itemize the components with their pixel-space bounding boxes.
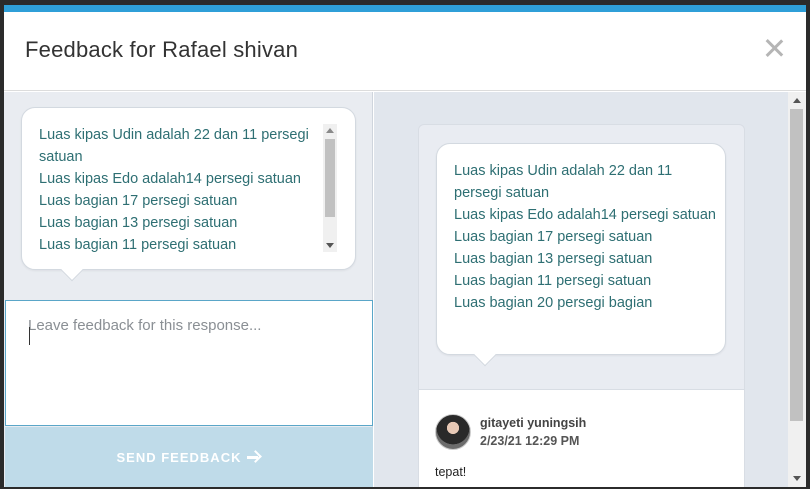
- response-line: Luas bagian 13 persegi satuan: [39, 215, 238, 231]
- bubble-tail: [473, 343, 497, 367]
- close-icon[interactable]: [762, 36, 786, 60]
- comment-item: gitayeti yuningsih 2/23/21 12:29 PM tepa…: [419, 389, 744, 487]
- modal-title: Feedback for Rafael shivan: [25, 37, 299, 62]
- response-scroll-area[interactable]: Luas kipas Udin adalah 22 dan 11 persegi…: [39, 124, 339, 254]
- feedback-input[interactable]: [6, 301, 372, 425]
- response-bubble: Luas kipas Udin adalah 22 dan 11 persegi…: [436, 143, 726, 367]
- response-scrollbar[interactable]: [323, 124, 337, 252]
- feedback-input-container: [5, 300, 373, 426]
- feedback-panel: Luas kipas Udin adalah 22 dan 11 persegi…: [4, 92, 373, 487]
- response-line: Luas kipas Udin adalah 22 dan 11 persegi…: [454, 163, 673, 201]
- response-line: Luas bagian 20 persegi bagian: [454, 295, 653, 311]
- response-line: Luas kipas Edo adalah14 persegi satuan: [39, 171, 301, 187]
- response-line: Luas kipas Edo adalah14 persegi satuan: [454, 207, 716, 223]
- response-line: Luas bagian 17 persegi satuan: [454, 229, 653, 245]
- accent-bar: [4, 5, 806, 12]
- panel-scrollbar[interactable]: [788, 92, 806, 487]
- send-feedback-label: SEND FEEDBACK: [116, 449, 242, 465]
- scroll-up-icon[interactable]: [326, 128, 334, 133]
- response-line: Luas bagian 11 persegi satuan: [39, 237, 237, 253]
- response-card: Luas kipas Udin adalah 22 dan 11 persegi…: [418, 124, 745, 487]
- response-line: Luas bagian 11 persegi satuan: [454, 273, 652, 289]
- response-line: Luas kipas Udin adalah 22 dan 11 persegi…: [39, 127, 309, 165]
- response-line: Luas bagian 13 persegi satuan: [454, 251, 653, 267]
- scrollbar-thumb[interactable]: [790, 109, 803, 421]
- response-text: Luas kipas Udin adalah 22 dan 11 persegi…: [454, 160, 716, 314]
- response-line: Luas bagian 17 persegi satuan: [39, 193, 238, 209]
- modal-header: Feedback for Rafael shivan: [4, 12, 806, 91]
- comment-text: tepat!: [435, 465, 467, 479]
- scrollbar-thumb[interactable]: [325, 139, 335, 217]
- bubble-tail: [60, 258, 84, 282]
- comment-author: gitayeti yuningsih: [480, 416, 587, 430]
- scroll-down-icon[interactable]: [326, 243, 334, 248]
- arrow-right-icon: [247, 450, 261, 464]
- comment-timestamp: 2/23/21 12:29 PM: [480, 434, 580, 448]
- scroll-down-icon[interactable]: [793, 476, 801, 481]
- text-caret: [29, 327, 30, 345]
- avatar: [435, 414, 471, 450]
- feedback-modal: Feedback for Rafael shivan Luas kipas Ud…: [4, 5, 806, 487]
- scroll-up-icon[interactable]: [793, 98, 801, 103]
- response-panel: Luas kipas Udin adalah 22 dan 11 persegi…: [374, 92, 806, 487]
- send-feedback-button[interactable]: SEND FEEDBACK: [5, 427, 373, 487]
- response-bubble: Luas kipas Udin adalah 22 dan 11 persegi…: [21, 107, 356, 282]
